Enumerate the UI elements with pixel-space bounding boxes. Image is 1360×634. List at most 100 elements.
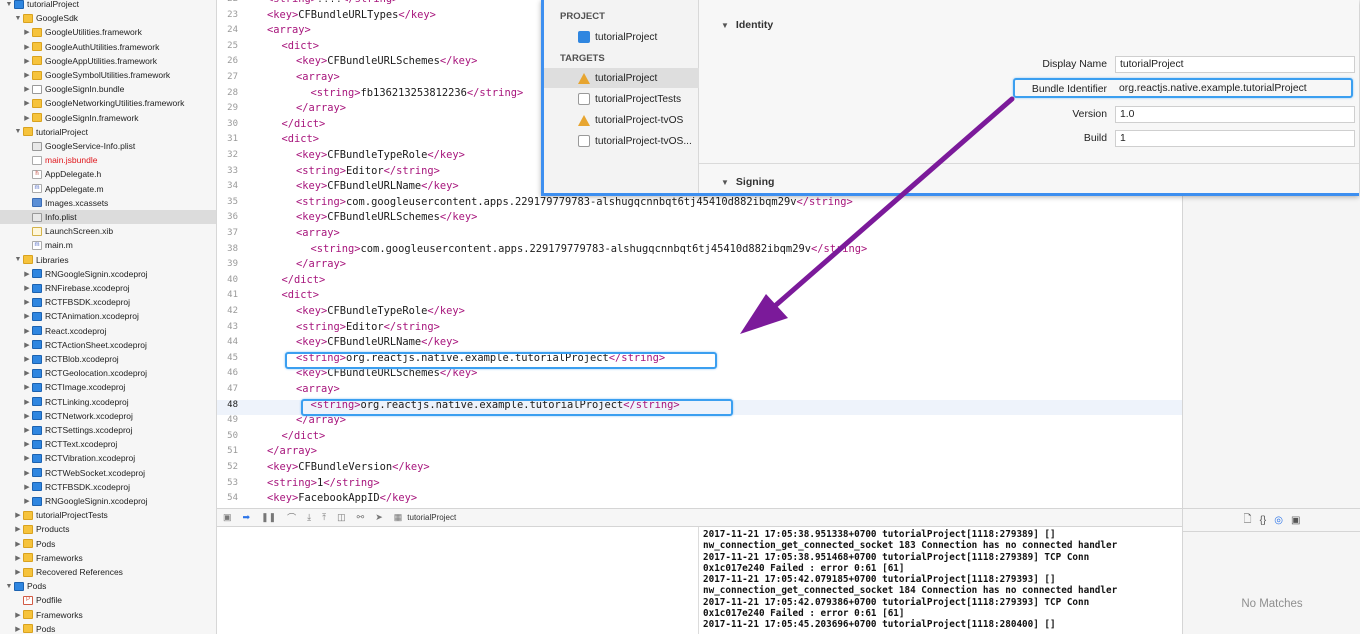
disclosure-closed-icon[interactable]: ▶ xyxy=(22,99,32,107)
navigator-item[interactable]: LaunchScreen.xib xyxy=(0,224,216,238)
disclosure-closed-icon[interactable]: ▶ xyxy=(22,114,32,122)
code-line[interactable]: <key>CFBundleURLName</key> xyxy=(296,335,459,350)
code-line[interactable]: </dict> xyxy=(282,117,326,132)
navigator-item[interactable]: ▶ Products xyxy=(0,522,216,536)
navigator-item[interactable]: ▶ RCTActionSheet.xcodeproj xyxy=(0,338,216,352)
navigator-item[interactable]: m main.m xyxy=(0,238,216,252)
navigator-item[interactable]: ▶ Frameworks xyxy=(0,608,216,622)
navigator-item[interactable]: ▶ GoogleNetworkingUtilities.framework xyxy=(0,96,216,110)
navigator-item[interactable]: GoogleService-Info.plist xyxy=(0,139,216,153)
disclosure-closed-icon[interactable]: ▶ xyxy=(22,469,32,477)
code-line[interactable]: <dict> xyxy=(282,39,320,54)
code-line[interactable]: </array> xyxy=(296,257,346,272)
code-line[interactable]: <key>CFBundleURLTypes</key> xyxy=(267,8,436,23)
navigator-item[interactable]: ▶ Frameworks xyxy=(0,551,216,565)
disclosure-closed-icon[interactable]: ▶ xyxy=(13,568,23,576)
disclosure-closed-icon[interactable]: ▶ xyxy=(22,497,32,505)
navigator-item[interactable]: m AppDelegate.m xyxy=(0,182,216,196)
code-line[interactable]: <array> xyxy=(296,226,340,241)
navigator-item[interactable]: ▶ GoogleSignIn.bundle xyxy=(0,82,216,96)
code-line[interactable]: <string>Editor</string> xyxy=(296,320,440,335)
navigator-item[interactable]: ▶ RCTSettings.xcodeproj xyxy=(0,423,216,437)
navigator-item[interactable]: ▶ RCTText.xcodeproj xyxy=(0,437,216,451)
disclosure-closed-icon[interactable]: ▶ xyxy=(22,28,32,36)
navigator-item[interactable]: ▶ RCTLinking.xcodeproj xyxy=(0,395,216,409)
navigator-item[interactable]: ▶ tutorialProjectTests xyxy=(0,508,216,522)
code-line[interactable]: <array> xyxy=(267,23,311,38)
navigator-item[interactable]: ▶ RCTNetwork.xcodeproj xyxy=(0,409,216,423)
target-item[interactable]: tutorialProject-tvOS xyxy=(544,110,699,130)
disclosure-closed-icon[interactable]: ▶ xyxy=(22,284,32,292)
disclosure-open-icon[interactable]: ▼ xyxy=(13,15,23,22)
disclosure-closed-icon[interactable]: ▶ xyxy=(22,483,32,491)
disclosure-closed-icon[interactable]: ▶ xyxy=(22,341,32,349)
object-library-icon[interactable]: ◎ xyxy=(1274,515,1283,526)
code-line[interactable]: <string>fb136213253812236</string> xyxy=(311,86,524,101)
code-line[interactable]: <dict> xyxy=(282,132,320,147)
console-output[interactable]: 2017-11-21 17:05:38.951338+0700 tutorial… xyxy=(699,527,1182,634)
navigator-item[interactable]: ▶ GoogleSymbolUtilities.framework xyxy=(0,68,216,82)
code-line[interactable]: <key>CFBundleURLName</key> xyxy=(296,179,459,194)
disclosure-closed-icon[interactable]: ▶ xyxy=(22,426,32,434)
disclosure-closed-icon[interactable]: ▶ xyxy=(22,270,32,278)
disclosure-closed-icon[interactable]: ▶ xyxy=(22,312,32,320)
navigator-item[interactable]: ▶ Recovered References xyxy=(0,565,216,579)
media-library-icon[interactable]: ▣ xyxy=(1291,515,1300,526)
location-icon[interactable]: ➤ xyxy=(375,512,383,523)
disclosure-closed-icon[interactable]: ▶ xyxy=(13,511,23,519)
navigator-item[interactable]: ▶ React.xcodeproj xyxy=(0,324,216,338)
code-line[interactable]: <dict> xyxy=(282,288,320,303)
field-value-input[interactable]: 1.0 xyxy=(1115,106,1355,123)
navigator-item[interactable]: ▶ GoogleSignIn.framework xyxy=(0,111,216,125)
signing-section-header[interactable]: ▼ Signing xyxy=(721,176,774,188)
code-line[interactable]: <string>com.googleusercontent.apps.22917… xyxy=(296,195,853,210)
navigator-item[interactable]: ▶ Pods xyxy=(0,622,216,634)
navigator-item[interactable]: ▼ tutorialProject xyxy=(0,0,216,11)
code-line[interactable]: <key>CFBundleURLSchemes</key> xyxy=(296,210,477,225)
disclosure-closed-icon[interactable]: ▶ xyxy=(13,554,23,562)
code-line[interactable]: </dict> xyxy=(282,429,326,444)
navigator-item[interactable]: ▶ RCTGeolocation.xcodeproj xyxy=(0,366,216,380)
target-item[interactable]: tutorialProjectTests xyxy=(544,89,699,109)
code-line[interactable]: </array> xyxy=(267,444,317,459)
disclosure-closed-icon[interactable]: ▶ xyxy=(22,383,32,391)
disclosure-open-icon[interactable]: ▼ xyxy=(13,128,23,135)
step-out-icon[interactable]: ⤒ xyxy=(322,512,326,523)
disclosure-open-icon[interactable]: ▼ xyxy=(4,1,14,8)
disclosure-open-icon[interactable]: ▼ xyxy=(13,256,23,263)
navigator-item[interactable]: ▶ RCTFBSDK.xcodeproj xyxy=(0,480,216,494)
disclosure-closed-icon[interactable]: ▶ xyxy=(13,540,23,548)
disclosure-closed-icon[interactable]: ▶ xyxy=(13,611,23,619)
disclosure-closed-icon[interactable]: ▶ xyxy=(22,43,32,51)
disclosure-closed-icon[interactable]: ▶ xyxy=(22,298,32,306)
code-line[interactable]: <key>CFBundleTypeRole</key> xyxy=(296,148,465,163)
code-line[interactable]: <string>1</string> xyxy=(267,476,380,491)
file-template-icon[interactable]: 🗋 xyxy=(1244,512,1252,529)
disclosure-closed-icon[interactable]: ▶ xyxy=(22,398,32,406)
disclosure-closed-icon[interactable]: ▶ xyxy=(22,85,32,93)
navigator-item[interactable]: ▶ RCTVibration.xcodeproj xyxy=(0,451,216,465)
code-line[interactable]: <key>FacebookAppID</key> xyxy=(267,491,417,506)
navigator-item[interactable]: ▶ RCTBlob.xcodeproj xyxy=(0,352,216,366)
navigator-item[interactable]: ▼ Pods xyxy=(0,579,216,593)
navigator-item[interactable]: ▶ RCTWebSocket.xcodeproj xyxy=(0,466,216,480)
navigator-item[interactable]: ▼ Libraries xyxy=(0,253,216,267)
navigator-item[interactable]: ▶ RCTImage.xcodeproj xyxy=(0,380,216,394)
code-line[interactable]: <key>CFBundleTypeRole</key> xyxy=(296,304,465,319)
disclosure-closed-icon[interactable]: ▶ xyxy=(22,355,32,363)
field-value-input[interactable]: 1 xyxy=(1115,130,1355,147)
disclosure-closed-icon[interactable]: ▶ xyxy=(13,525,23,533)
disclosure-closed-icon[interactable]: ▶ xyxy=(22,327,32,335)
hide-debug-area-icon[interactable]: ▣ xyxy=(223,512,232,523)
disclosure-closed-icon[interactable]: ▶ xyxy=(22,440,32,448)
navigator-item[interactable]: main.jsbundle xyxy=(0,153,216,167)
code-snippet-icon[interactable]: {} xyxy=(1260,515,1267,526)
code-line[interactable]: </array> xyxy=(296,101,346,116)
navigator-item[interactable]: Info.plist xyxy=(0,210,216,224)
code-line[interactable]: <array> xyxy=(296,382,340,397)
navigator-item[interactable]: ▶ RNFirebase.xcodeproj xyxy=(0,281,216,295)
project-item[interactable]: tutorialProject xyxy=(544,27,699,47)
navigator-item[interactable]: Images.xcassets xyxy=(0,196,216,210)
navigator-item[interactable]: ▶ GoogleAuthUtilities.framework xyxy=(0,40,216,54)
navigator-item[interactable]: ▶ RCTFBSDK.xcodeproj xyxy=(0,295,216,309)
